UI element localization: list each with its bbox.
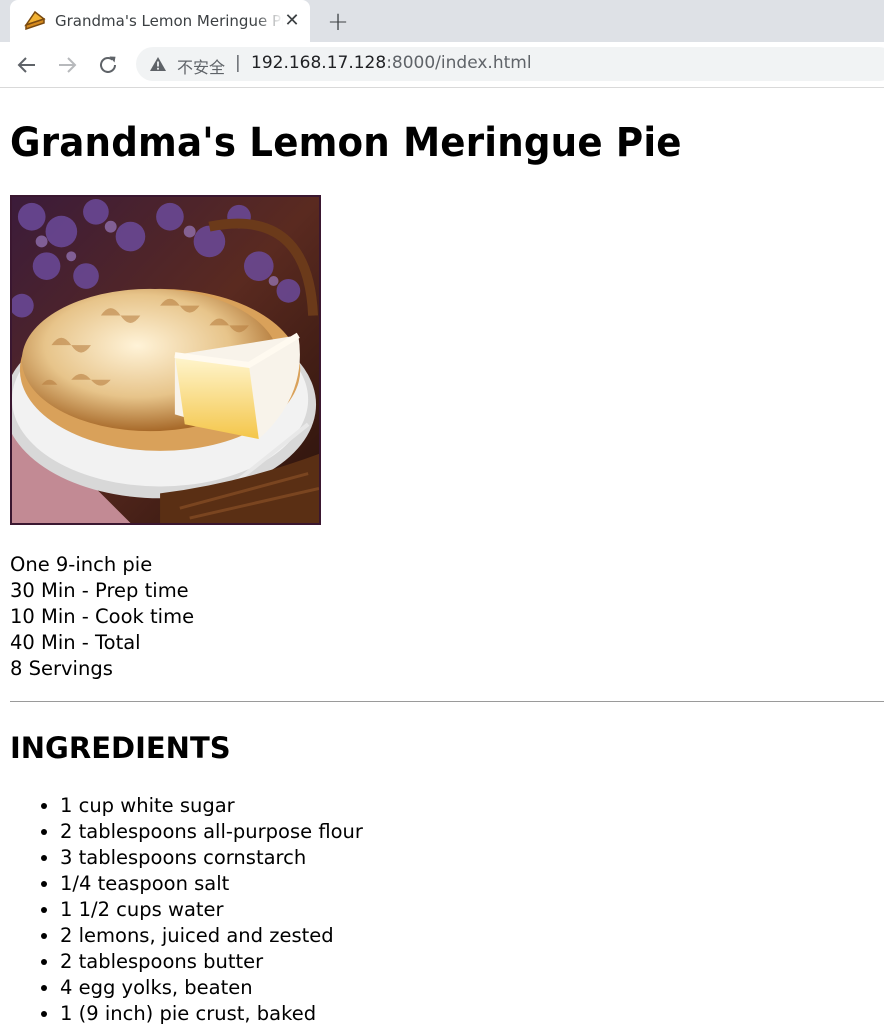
- ingredient-item: 1 (9 inch) pie crust, baked: [60, 1001, 363, 1027]
- ingredient-item: 1 cup white sugar: [60, 793, 363, 819]
- tab-strip: Grandma's Lemon Meringue Pie ✕ +: [0, 0, 884, 42]
- fact-prep-time: 30 Min - Prep time: [10, 579, 189, 602]
- page-title: Grandma's Lemon Meringue Pie: [10, 120, 682, 166]
- tab-title: Grandma's Lemon Meringue Pie: [55, 12, 283, 30]
- recipe-facts: One 9-inch pie 30 Min - Prep time 10 Min…: [10, 552, 194, 682]
- url-host: 192.168.17.128: [251, 53, 387, 73]
- section-divider: [10, 701, 884, 702]
- insecure-label[interactable]: 不安全: [177, 54, 225, 78]
- ingredients-list: 1 cup white sugar 2 tablespoons all-purp…: [10, 793, 363, 1027]
- ingredient-item: 1 1/2 cups water: [60, 897, 363, 923]
- ingredient-item: 1/4 teaspoon salt: [60, 871, 363, 897]
- ingredient-item: 3 tablespoons cornstarch: [60, 845, 363, 871]
- back-arrow-icon[interactable]: [15, 53, 39, 77]
- page-content: Grandma's Lemon Meringue Pie One 9-inch …: [0, 88, 884, 1026]
- url-separator: |: [235, 53, 241, 73]
- warning-icon[interactable]: [149, 56, 167, 72]
- ingredient-item: 4 egg yolks, beaten: [60, 975, 363, 1001]
- ingredient-item: 2 tablespoons all-purpose flour: [60, 819, 363, 845]
- fact-servings: 8 Servings: [10, 657, 113, 680]
- pie-favicon-icon: [24, 10, 46, 30]
- ingredient-item: 2 tablespoons butter: [60, 949, 363, 975]
- fact-yield: One 9-inch pie: [10, 553, 153, 576]
- url-path: :8000/index.html: [386, 53, 532, 73]
- pie-photo: [10, 195, 321, 525]
- ingredients-heading: INGREDIENTS: [10, 731, 231, 765]
- reload-icon[interactable]: [96, 53, 120, 77]
- plus-icon[interactable]: +: [324, 9, 352, 37]
- browser-toolbar: 不安全 | 192.168.17.128:8000/index.html: [0, 42, 884, 88]
- address-bar[interactable]: 不安全 | 192.168.17.128:8000/index.html: [136, 47, 884, 81]
- active-tab[interactable]: Grandma's Lemon Meringue Pie ✕: [10, 0, 310, 42]
- fact-total-time: 40 Min - Total: [10, 631, 141, 654]
- ingredient-item: 2 lemons, juiced and zested: [60, 923, 363, 949]
- fact-cook-time: 10 Min - Cook time: [10, 605, 195, 628]
- forward-arrow-icon[interactable]: [55, 53, 79, 77]
- url-text[interactable]: 192.168.17.128:8000/index.html: [251, 53, 532, 73]
- close-icon[interactable]: ✕: [282, 11, 302, 31]
